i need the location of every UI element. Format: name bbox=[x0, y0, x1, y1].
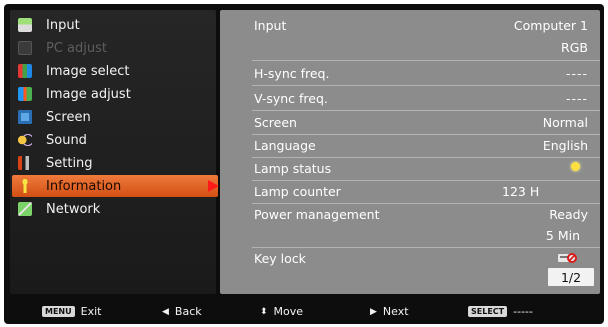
menu-item-pc-adjust: PC adjust bbox=[10, 37, 216, 59]
menu-item-label: Setting bbox=[46, 155, 93, 171]
menu-item-network[interactable]: Network bbox=[10, 198, 216, 220]
move-hint[interactable]: ⬍ Move bbox=[260, 305, 303, 318]
up-down-arrow-icon: ⬍ bbox=[260, 306, 268, 317]
info-row-vsync: V-sync freq. ---- bbox=[220, 87, 600, 109]
info-value: Ready bbox=[549, 207, 588, 222]
row-divider bbox=[252, 60, 600, 61]
info-row-power-timer: 5 Min bbox=[220, 224, 600, 246]
menu-item-information[interactable]: Information bbox=[10, 175, 219, 197]
information-icon bbox=[18, 179, 32, 193]
info-value: ---- bbox=[565, 66, 588, 81]
key-lock-icon bbox=[558, 253, 577, 263]
submenu-arrow-icon bbox=[208, 180, 219, 192]
input-icon bbox=[18, 18, 32, 32]
info-label: V-sync freq. bbox=[254, 91, 328, 106]
info-value: RGB bbox=[561, 40, 588, 55]
exit-label: Exit bbox=[80, 305, 102, 318]
menu-item-input[interactable]: Input bbox=[10, 14, 216, 36]
menu-item-image-select[interactable]: Image select bbox=[10, 60, 216, 82]
menu-item-setting[interactable]: Setting bbox=[10, 152, 216, 174]
menu-item-label: Information bbox=[46, 178, 122, 194]
info-row-language: Language English bbox=[220, 134, 600, 156]
info-value: English bbox=[542, 138, 588, 153]
next-label: Next bbox=[382, 305, 409, 318]
image-adjust-icon bbox=[18, 87, 32, 101]
left-arrow-icon: ◀ bbox=[162, 306, 169, 317]
info-label: H-sync freq. bbox=[254, 66, 330, 81]
information-panel: Input Computer 1 RGB H-sync freq. ---- V… bbox=[220, 10, 600, 294]
right-arrow-icon: ▶ bbox=[370, 306, 377, 317]
back-label: Back bbox=[174, 305, 202, 318]
info-label: Lamp status bbox=[254, 161, 332, 176]
info-row-key-lock: Key lock bbox=[220, 247, 600, 269]
menu-item-label: Image adjust bbox=[46, 86, 131, 102]
next-hint[interactable]: ▶ Next bbox=[370, 305, 409, 318]
network-icon bbox=[18, 202, 32, 216]
info-row-power-management: Power management Ready bbox=[220, 203, 600, 225]
menu-item-label: Screen bbox=[46, 109, 91, 125]
menu-item-screen[interactable]: Screen bbox=[10, 106, 216, 128]
menu-item-label: Sound bbox=[46, 132, 87, 148]
exit-hint[interactable]: MENU Exit bbox=[42, 305, 101, 318]
info-row-screen: Screen Normal bbox=[220, 111, 600, 133]
info-label: Language bbox=[254, 138, 316, 153]
pc-adjust-icon bbox=[18, 41, 32, 55]
info-value: 5 Min bbox=[545, 228, 580, 243]
osd-frame: Input PC adjust Image select Image adjus… bbox=[4, 4, 604, 324]
select-hint[interactable]: SELECT ----- bbox=[468, 305, 533, 318]
menu-item-label: Input bbox=[46, 17, 80, 33]
info-value: ---- bbox=[565, 91, 588, 106]
menu-key-icon: MENU bbox=[42, 306, 75, 317]
info-row-lamp-counter: Lamp counter 123 H bbox=[220, 180, 600, 202]
lamp-bulb-icon bbox=[571, 162, 580, 171]
info-row-lamp-status: Lamp status bbox=[220, 157, 600, 179]
info-label: Screen bbox=[254, 115, 297, 130]
screen-icon bbox=[18, 110, 32, 124]
menu-item-label: PC adjust bbox=[46, 40, 107, 56]
info-row-hsync: H-sync freq. ---- bbox=[220, 62, 600, 84]
info-row-input-signal: RGB bbox=[220, 36, 600, 58]
move-label: Move bbox=[273, 305, 304, 318]
menu-item-label: Image select bbox=[46, 63, 130, 79]
select-key-icon: SELECT bbox=[468, 306, 508, 317]
menu-item-label: Network bbox=[46, 201, 101, 217]
menu-item-sound[interactable]: Sound bbox=[10, 129, 216, 151]
info-label: Power management bbox=[254, 207, 380, 222]
row-divider bbox=[252, 85, 600, 86]
info-value: 123 H bbox=[502, 184, 540, 199]
info-value: Computer 1 bbox=[513, 18, 588, 33]
info-label: Input bbox=[254, 18, 287, 33]
main-menu: Input PC adjust Image select Image adjus… bbox=[10, 10, 219, 294]
back-hint[interactable]: ◀ Back bbox=[162, 305, 202, 318]
bottom-nav-bar: MENU Exit ◀ Back ⬍ Move ▶ Next SELECT --… bbox=[4, 299, 604, 324]
info-label: Key lock bbox=[254, 251, 306, 266]
info-row-input: Input Computer 1 bbox=[220, 14, 600, 36]
select-label: ----- bbox=[513, 305, 533, 318]
menu-item-image-adjust[interactable]: Image adjust bbox=[10, 83, 216, 105]
info-label: Lamp counter bbox=[254, 184, 341, 199]
sound-icon bbox=[18, 133, 32, 147]
page-indicator: 1/2 bbox=[548, 268, 594, 286]
image-select-icon bbox=[18, 64, 32, 78]
setting-icon bbox=[18, 156, 32, 170]
info-value: Normal bbox=[542, 115, 588, 130]
